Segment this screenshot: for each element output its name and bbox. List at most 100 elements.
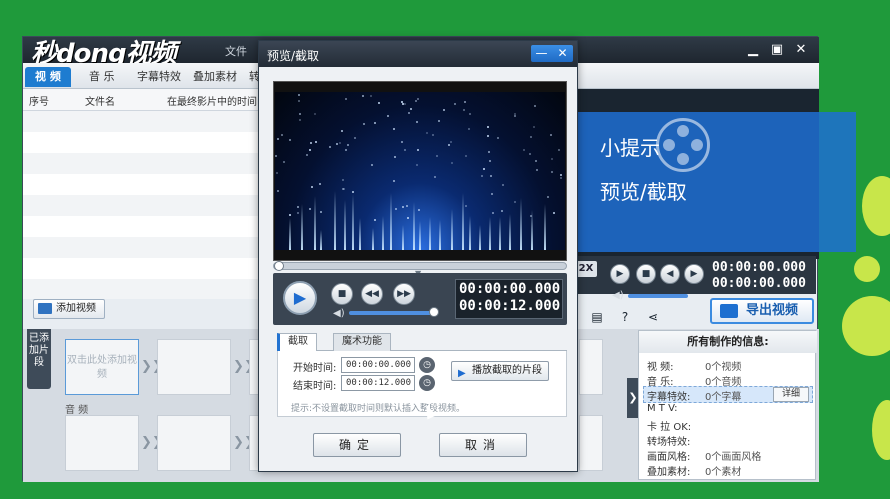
audio-slot[interactable]: [157, 415, 231, 471]
confirm-button[interactable]: 确定: [313, 433, 401, 457]
play-icon[interactable]: ▶: [283, 281, 317, 315]
minimize-icon[interactable]: ▁: [745, 42, 761, 58]
minimize-icon[interactable]: —: [531, 45, 552, 62]
tab-overlay[interactable]: 叠加素材: [193, 67, 237, 87]
star: [432, 134, 434, 136]
next-icon[interactable]: ▶▶: [393, 283, 415, 305]
seek-thumb[interactable]: [274, 261, 284, 271]
play-clip-label: 播放截取的片段: [472, 365, 542, 376]
clock-icon[interactable]: ◷: [419, 357, 435, 373]
star: [451, 162, 453, 164]
star: [523, 149, 525, 151]
stop-icon[interactable]: ■: [636, 264, 656, 284]
add-video-button[interactable]: 添加视频: [33, 299, 105, 319]
export-video-button[interactable]: 导出视频: [710, 298, 814, 324]
column-index[interactable]: 序号: [29, 93, 49, 108]
light-beam: [320, 230, 322, 250]
close-icon[interactable]: ✕: [552, 45, 573, 62]
star: [550, 134, 552, 136]
next-icon[interactable]: ▶: [684, 264, 704, 284]
column-time[interactable]: 在最终影片中的时间: [167, 93, 257, 108]
volume-icon[interactable]: ◀): [612, 290, 624, 301]
prev-icon[interactable]: ◀◀: [361, 283, 383, 305]
speed-button[interactable]: 2X: [575, 261, 597, 277]
star: [551, 158, 553, 160]
tab-clip[interactable]: 截取: [277, 333, 317, 351]
star: [464, 101, 466, 103]
volume-thumb[interactable]: [429, 307, 439, 317]
project-info-panel: 所有制作的信息: 视 频: 0个视频 音 乐: 0个音频 字幕特效: 0个字幕 …: [638, 330, 817, 480]
main-volume-slider[interactable]: [628, 294, 688, 298]
tab-video[interactable]: 视 频: [25, 67, 71, 87]
info-panel-title: 所有制作的信息:: [639, 331, 817, 353]
light-beam: [352, 194, 354, 250]
light-beam: [469, 216, 471, 250]
tab-subtitle[interactable]: 字幕特效: [137, 67, 181, 87]
add-clip-slot[interactable]: 双击此处添加视频: [65, 339, 139, 395]
clip-slot[interactable]: [579, 339, 603, 395]
star: [289, 139, 291, 141]
star: [276, 172, 278, 174]
menu-file[interactable]: 文件: [225, 43, 247, 59]
end-time-input[interactable]: 00:00:12.000: [341, 375, 415, 391]
file-list[interactable]: [23, 111, 259, 299]
prev-icon[interactable]: ◀: [660, 264, 680, 284]
tab-music[interactable]: 音 乐: [89, 67, 115, 87]
help-icon[interactable]: ?: [618, 310, 632, 324]
maximize-icon[interactable]: ▣: [769, 42, 785, 58]
preview-clip-dialog: 预览/截取 — ✕ ▼ ▶ ■ ◀◀ ▶▶ 00:00:00.000 00:00…: [258, 40, 578, 472]
light-beam: [520, 198, 522, 250]
column-filename[interactable]: 文件名: [85, 93, 115, 108]
video-preview[interactable]: [273, 81, 567, 261]
stop-icon[interactable]: ■: [331, 283, 353, 305]
star: [283, 161, 285, 163]
audio-slot[interactable]: [579, 415, 603, 471]
star: [393, 128, 395, 130]
light-beam: [544, 204, 546, 250]
star: [535, 160, 537, 162]
star: [319, 183, 321, 185]
add-video-label: 添加视频: [56, 303, 96, 314]
detail-button[interactable]: 详细: [773, 387, 809, 402]
star: [426, 132, 428, 134]
play-clip-button[interactable]: ▶ 播放截取的片段: [451, 361, 549, 381]
light-beam: [419, 221, 421, 250]
start-time-input[interactable]: 00:00:00.000: [341, 357, 415, 373]
star: [448, 144, 450, 146]
light-beam: [462, 193, 464, 250]
deco-circle: [862, 176, 890, 236]
export-icon: [720, 304, 738, 318]
star: [491, 193, 493, 195]
dialog-window-buttons: — ✕: [531, 45, 573, 62]
volume-slider[interactable]: [349, 311, 435, 315]
deco-circle: [872, 400, 890, 460]
star: [483, 168, 485, 170]
star: [416, 121, 418, 123]
tab-magic[interactable]: 魔术功能: [333, 333, 391, 351]
share-icon[interactable]: ⋖: [646, 310, 660, 324]
star: [450, 141, 452, 143]
light-beam: [439, 220, 441, 250]
save-icon[interactable]: ▤: [590, 310, 604, 324]
deco-circle: [842, 296, 890, 356]
star: [514, 201, 516, 203]
play-icon[interactable]: ▶: [610, 264, 630, 284]
audio-track-label: 音 频: [65, 405, 89, 416]
cancel-button[interactable]: 取消: [439, 433, 527, 457]
star: [275, 155, 277, 157]
light-beam: [289, 218, 291, 250]
video-frame-image: [275, 92, 565, 250]
volume-icon[interactable]: ◀): [333, 308, 345, 319]
light-beam: [301, 204, 303, 250]
clip-slot[interactable]: [157, 339, 231, 395]
light-beam: [489, 217, 491, 250]
star: [374, 122, 376, 124]
star: [362, 95, 364, 97]
close-icon[interactable]: ✕: [793, 42, 809, 58]
star: [336, 143, 338, 145]
clock-icon[interactable]: ◷: [419, 375, 435, 391]
star: [407, 217, 409, 219]
audio-slot[interactable]: [65, 415, 139, 471]
star: [393, 180, 395, 182]
light-beam: [372, 228, 374, 250]
